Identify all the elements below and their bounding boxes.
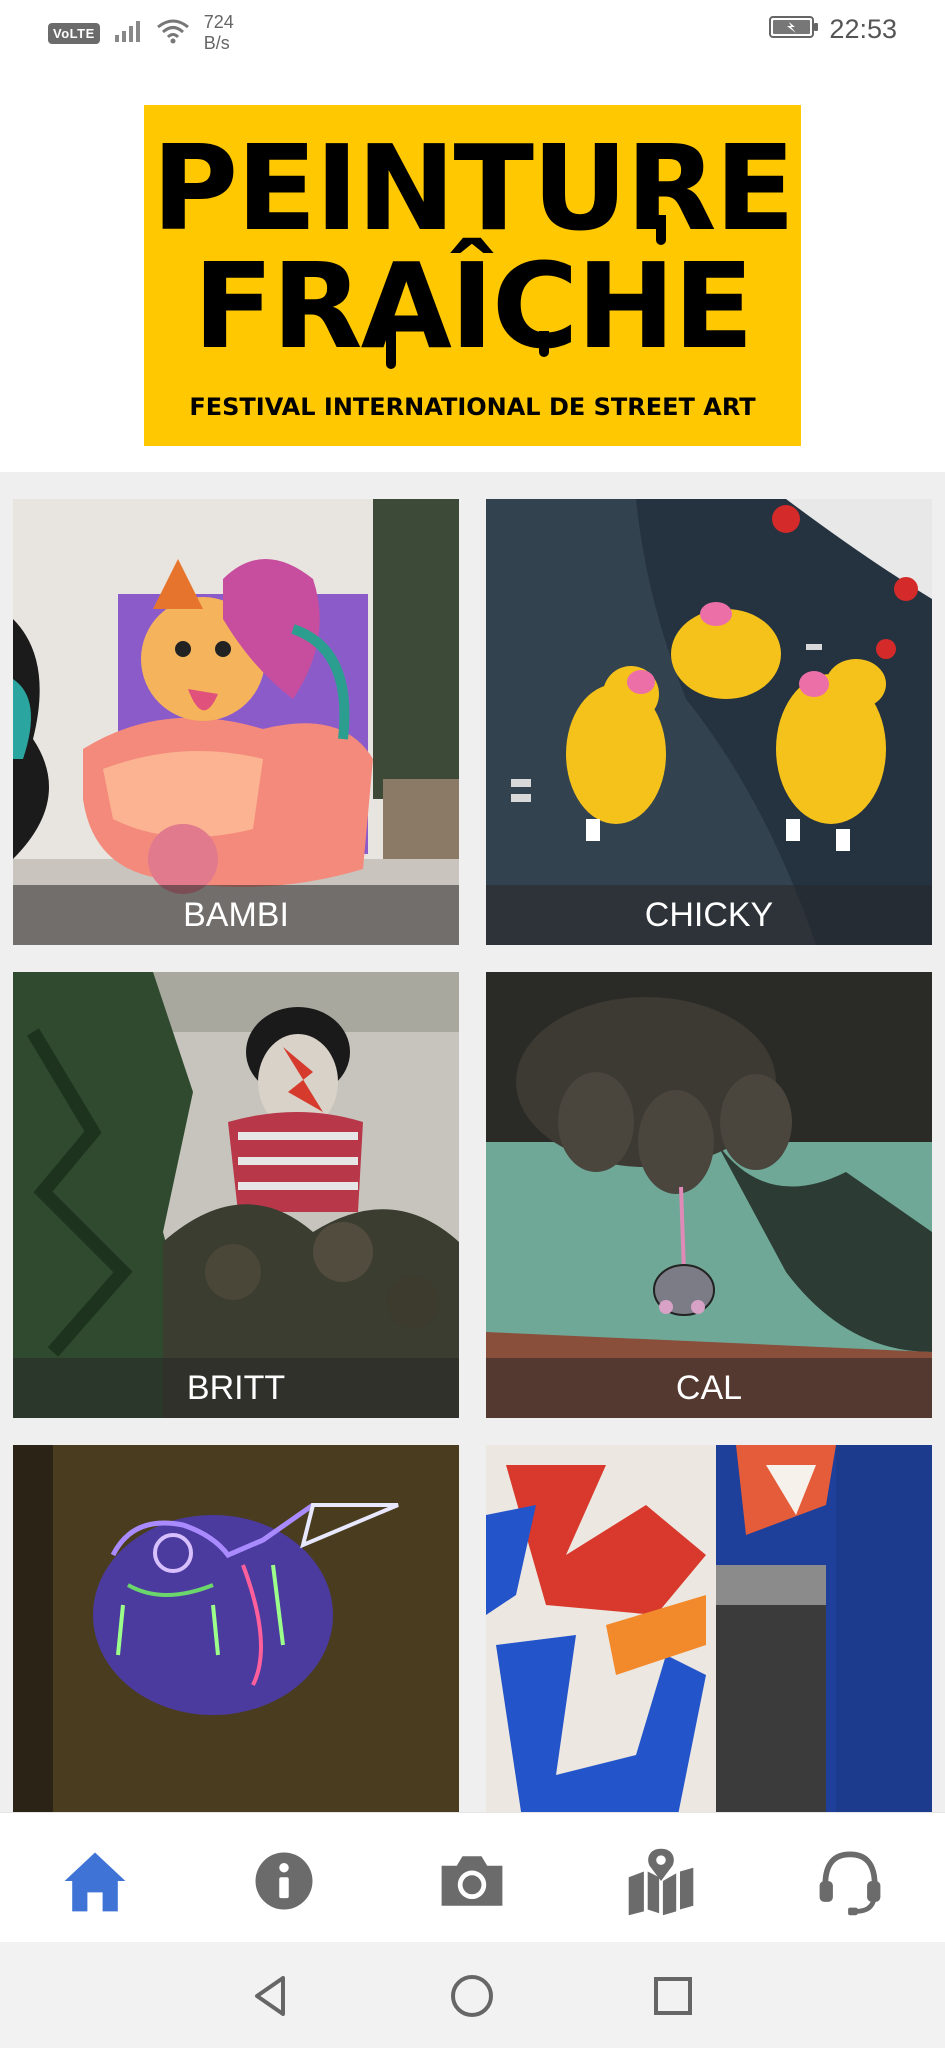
logo-subtitle: FESTIVAL INTERNATIONAL DE STREET ART [189,393,756,421]
tab-camera[interactable] [432,1841,512,1921]
network-speed: 724 B/s [203,12,234,53]
bottom-tab-bar [0,1812,945,1943]
status-bar: VoLTE 724 B/s 22:53 [0,0,945,64]
home-icon [64,1852,126,1912]
artist-name-label: CHICKY [486,885,932,945]
artist-tile-cal[interactable]: CAL [486,972,932,1418]
logo-title-line2: FRAÎCHE [193,237,754,375]
tab-info[interactable] [244,1841,324,1921]
map-icon [628,1848,694,1916]
wifi-icon [156,18,190,49]
signal-icon [114,19,142,48]
festival-logo: PEINTURE FRAÎCHE FESTIVAL INTERNATIONAL … [144,105,801,446]
system-nav-bar [0,1942,945,2048]
clock: 22:53 [829,14,897,44]
battery-charging-icon [769,15,819,44]
artist-tile-graffiti[interactable] [486,1445,932,1812]
volte-badge: VoLTE [48,22,100,44]
recents-icon[interactable] [645,1968,701,2024]
home-circle-icon[interactable] [444,1968,500,2024]
back-icon[interactable] [243,1968,299,2024]
tab-support[interactable] [810,1841,890,1921]
artist-name-label: CAL [486,1358,932,1418]
artwork-image [13,499,459,945]
artist-tile-laser[interactable] [13,1445,459,1812]
artist-name-label: BRITT [13,1358,459,1418]
tab-home[interactable] [55,1841,135,1921]
artist-tile-chicky[interactable]: CHICKY [486,499,932,945]
info-icon [255,1852,313,1910]
tab-map[interactable] [621,1841,701,1921]
artwork-image [486,972,932,1418]
headset-icon [819,1851,881,1916]
logo-title-line1: PEINTURE [151,119,796,257]
artist-tile-bambi[interactable]: BAMBI [13,499,459,945]
artwork-image [486,499,932,945]
artwork-image [13,1445,459,1812]
artist-grid: BAMBI CHICKY BRITT CAL [0,472,945,1812]
artist-tile-britt[interactable]: BRITT [13,972,459,1418]
artist-name-label: BAMBI [13,885,459,945]
artwork-image [486,1445,932,1812]
camera-icon [441,1856,503,1906]
artwork-image [13,972,459,1418]
